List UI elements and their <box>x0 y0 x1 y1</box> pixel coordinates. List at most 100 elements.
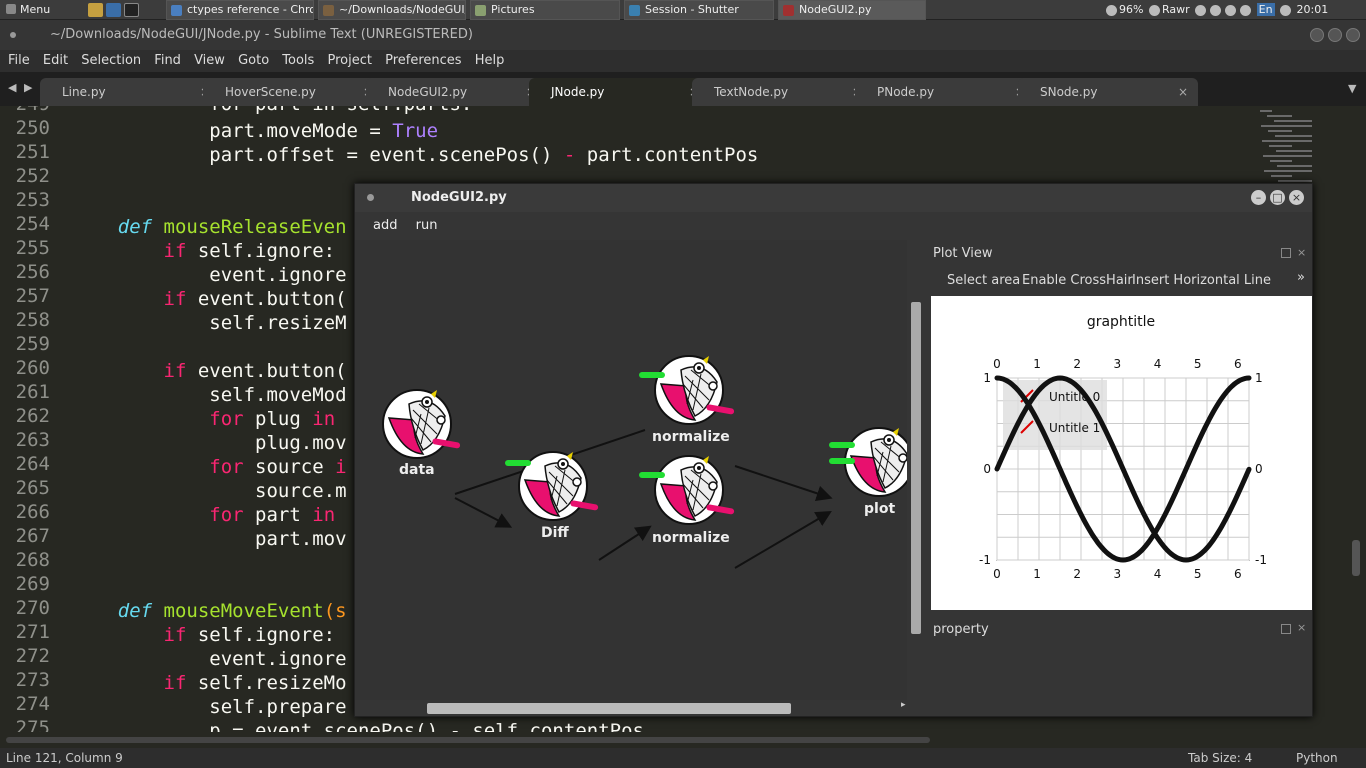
close-icon[interactable] <box>1346 28 1360 42</box>
connection-normalize-plot-2 <box>734 510 832 569</box>
shield-icon[interactable] <box>1225 4 1237 16</box>
update-icon[interactable] <box>1240 4 1252 16</box>
code-line: for plug in <box>209 408 336 430</box>
float-panel-icon[interactable] <box>1281 624 1291 634</box>
menu-tools[interactable]: Tools <box>282 53 314 68</box>
task-shutter[interactable]: Session - Shutter <box>624 0 774 20</box>
syntax-selector[interactable]: Python <box>1296 748 1338 768</box>
line-number: 250 <box>15 117 50 139</box>
editor-vertical-scrollbar[interactable] <box>1352 540 1360 576</box>
menu-preferences[interactable]: Preferences <box>385 53 461 68</box>
keyboard-layout[interactable]: En <box>1256 3 1275 16</box>
minimap-line <box>1275 135 1312 137</box>
node-label: plot <box>864 501 896 517</box>
terminal-launcher-icon[interactable] <box>124 3 139 17</box>
tab-size-selector[interactable]: Tab Size: 4 <box>1188 748 1252 768</box>
menu-selection[interactable]: Selection <box>81 53 141 68</box>
node-normalize-1[interactable] <box>639 355 735 425</box>
line-number: 273 <box>15 669 50 691</box>
code-line: plug.mov <box>72 432 347 454</box>
menu-run[interactable]: run <box>416 218 438 233</box>
x-tick-label: 1 <box>1033 567 1041 581</box>
menu-goto[interactable]: Goto <box>238 53 269 68</box>
float-panel-icon[interactable] <box>1281 248 1291 258</box>
maximize-icon[interactable]: □ <box>1270 190 1285 205</box>
scroll-right-icon[interactable]: ▸ <box>901 700 906 710</box>
canvas-vertical-scrollbar[interactable] <box>909 244 923 700</box>
tab-nodegui2[interactable]: NodeGUI2.py× <box>366 78 546 106</box>
code-line: if self.resizeMo <box>163 672 347 694</box>
clock[interactable]: 20:01 <box>1297 3 1329 16</box>
editor-horizontal-scrollbar[interactable] <box>0 732 930 748</box>
legend-label: Untitle 0 <box>1049 390 1100 404</box>
minimize-icon[interactable]: – <box>1251 190 1266 205</box>
close-tab-icon[interactable]: × <box>1178 78 1188 106</box>
menu-file[interactable]: File <box>8 53 30 68</box>
menu-edit[interactable]: Edit <box>43 53 68 68</box>
node-graph[interactable] <box>355 240 907 700</box>
tab-list-icon[interactable]: ▼ <box>1348 82 1356 95</box>
menu-help[interactable]: Help <box>475 53 505 68</box>
node-canvas[interactable]: data Diff normalize normalize plot <box>355 240 907 700</box>
tab-jnode[interactable]: JNode.py× <box>529 78 709 106</box>
tab-hoverscene[interactable]: HoverScene.py× <box>203 78 383 106</box>
y-tick-label-right: -1 <box>1255 553 1267 567</box>
battery-icon[interactable] <box>1106 4 1117 16</box>
tab-line[interactable]: Line.py× <box>40 78 220 106</box>
chrome-icon <box>171 5 182 16</box>
line-number: 272 <box>15 645 50 667</box>
toolbar-overflow-icon[interactable]: » <box>1297 270 1305 285</box>
tab-prev-icon[interactable]: ◀ <box>8 81 16 94</box>
wifi-icon[interactable] <box>1195 4 1207 16</box>
line-number: 264 <box>15 453 50 475</box>
node-label: Diff <box>541 525 569 541</box>
maximize-icon[interactable] <box>1328 28 1342 42</box>
menu-view[interactable]: View <box>194 53 225 68</box>
chart[interactable]: graphtitle001122334455661 10 0-1 -1Untitle … <box>931 296 1312 610</box>
plot-area[interactable]: graphtitle 0 0 1 1 2 2 3 3 4 4 5 5 6 6 1 1 0 0 -1 -1 Untitle … <box>931 296 1312 610</box>
insert-hline-button[interactable]: Insert Horizontal Line <box>1132 273 1271 288</box>
browser-launcher-icon[interactable] <box>106 3 121 17</box>
x-tick-label: 5 <box>1194 567 1202 581</box>
tab-textnode[interactable]: TextNode.py× <box>692 78 872 106</box>
node-plot[interactable] <box>829 427 907 497</box>
tab-pnode[interactable]: PNode.py× <box>855 78 1035 106</box>
window-menu-icon[interactable] <box>367 194 374 201</box>
node-normalize-2[interactable] <box>639 455 735 525</box>
menu-project[interactable]: Project <box>327 53 371 68</box>
minimize-icon[interactable] <box>1310 28 1324 42</box>
minimap-line <box>1261 125 1312 127</box>
task-pictures[interactable]: Pictures <box>470 0 620 20</box>
menu-button[interactable]: Menu <box>6 2 50 18</box>
close-panel-icon[interactable]: × <box>1297 621 1306 634</box>
code-line: self.resizeM <box>72 312 347 334</box>
node-diff[interactable] <box>505 451 599 521</box>
tab-snode[interactable]: SNode.py × <box>1018 78 1198 106</box>
line-number: 251 <box>15 141 50 163</box>
code-line: for source i <box>209 456 347 478</box>
connection-diff-normalize <box>598 525 652 561</box>
menu-find[interactable]: Find <box>154 53 181 68</box>
monitor-launcher-icon[interactable] <box>88 3 103 17</box>
x-tick-label: 4 <box>1154 567 1162 581</box>
user-icon[interactable] <box>1148 4 1160 16</box>
window-menu-icon[interactable] <box>10 32 16 38</box>
window-title: ~/Downloads/NodeGUI/JNode.py - Sublime T… <box>50 27 473 42</box>
select-area-button[interactable]: Select area <box>947 273 1020 288</box>
task-sublime[interactable]: ~/Downloads/NodeGUI/J... <box>318 0 466 20</box>
task-nodegui[interactable]: NodeGUI2.py <box>778 0 926 20</box>
node-data[interactable] <box>382 389 461 459</box>
tab-next-icon[interactable]: ▶ <box>24 81 32 94</box>
bluetooth-icon[interactable] <box>1210 4 1222 16</box>
canvas-horizontal-scrollbar[interactable]: ▸ <box>365 700 907 716</box>
connection-normalize-plot-1 <box>734 465 833 502</box>
close-icon[interactable]: × <box>1289 190 1304 205</box>
crosshair-button[interactable]: Enable CrossHair <box>1022 273 1133 288</box>
line-number: 275 <box>15 717 50 732</box>
menu-add[interactable]: add <box>373 218 397 233</box>
volume-icon[interactable] <box>1280 4 1292 16</box>
task-chrome[interactable]: ctypes reference - Chro... <box>166 0 314 20</box>
node-label: normalize <box>652 530 730 546</box>
close-panel-icon[interactable]: × <box>1297 246 1306 259</box>
minimap-line <box>1270 160 1292 162</box>
